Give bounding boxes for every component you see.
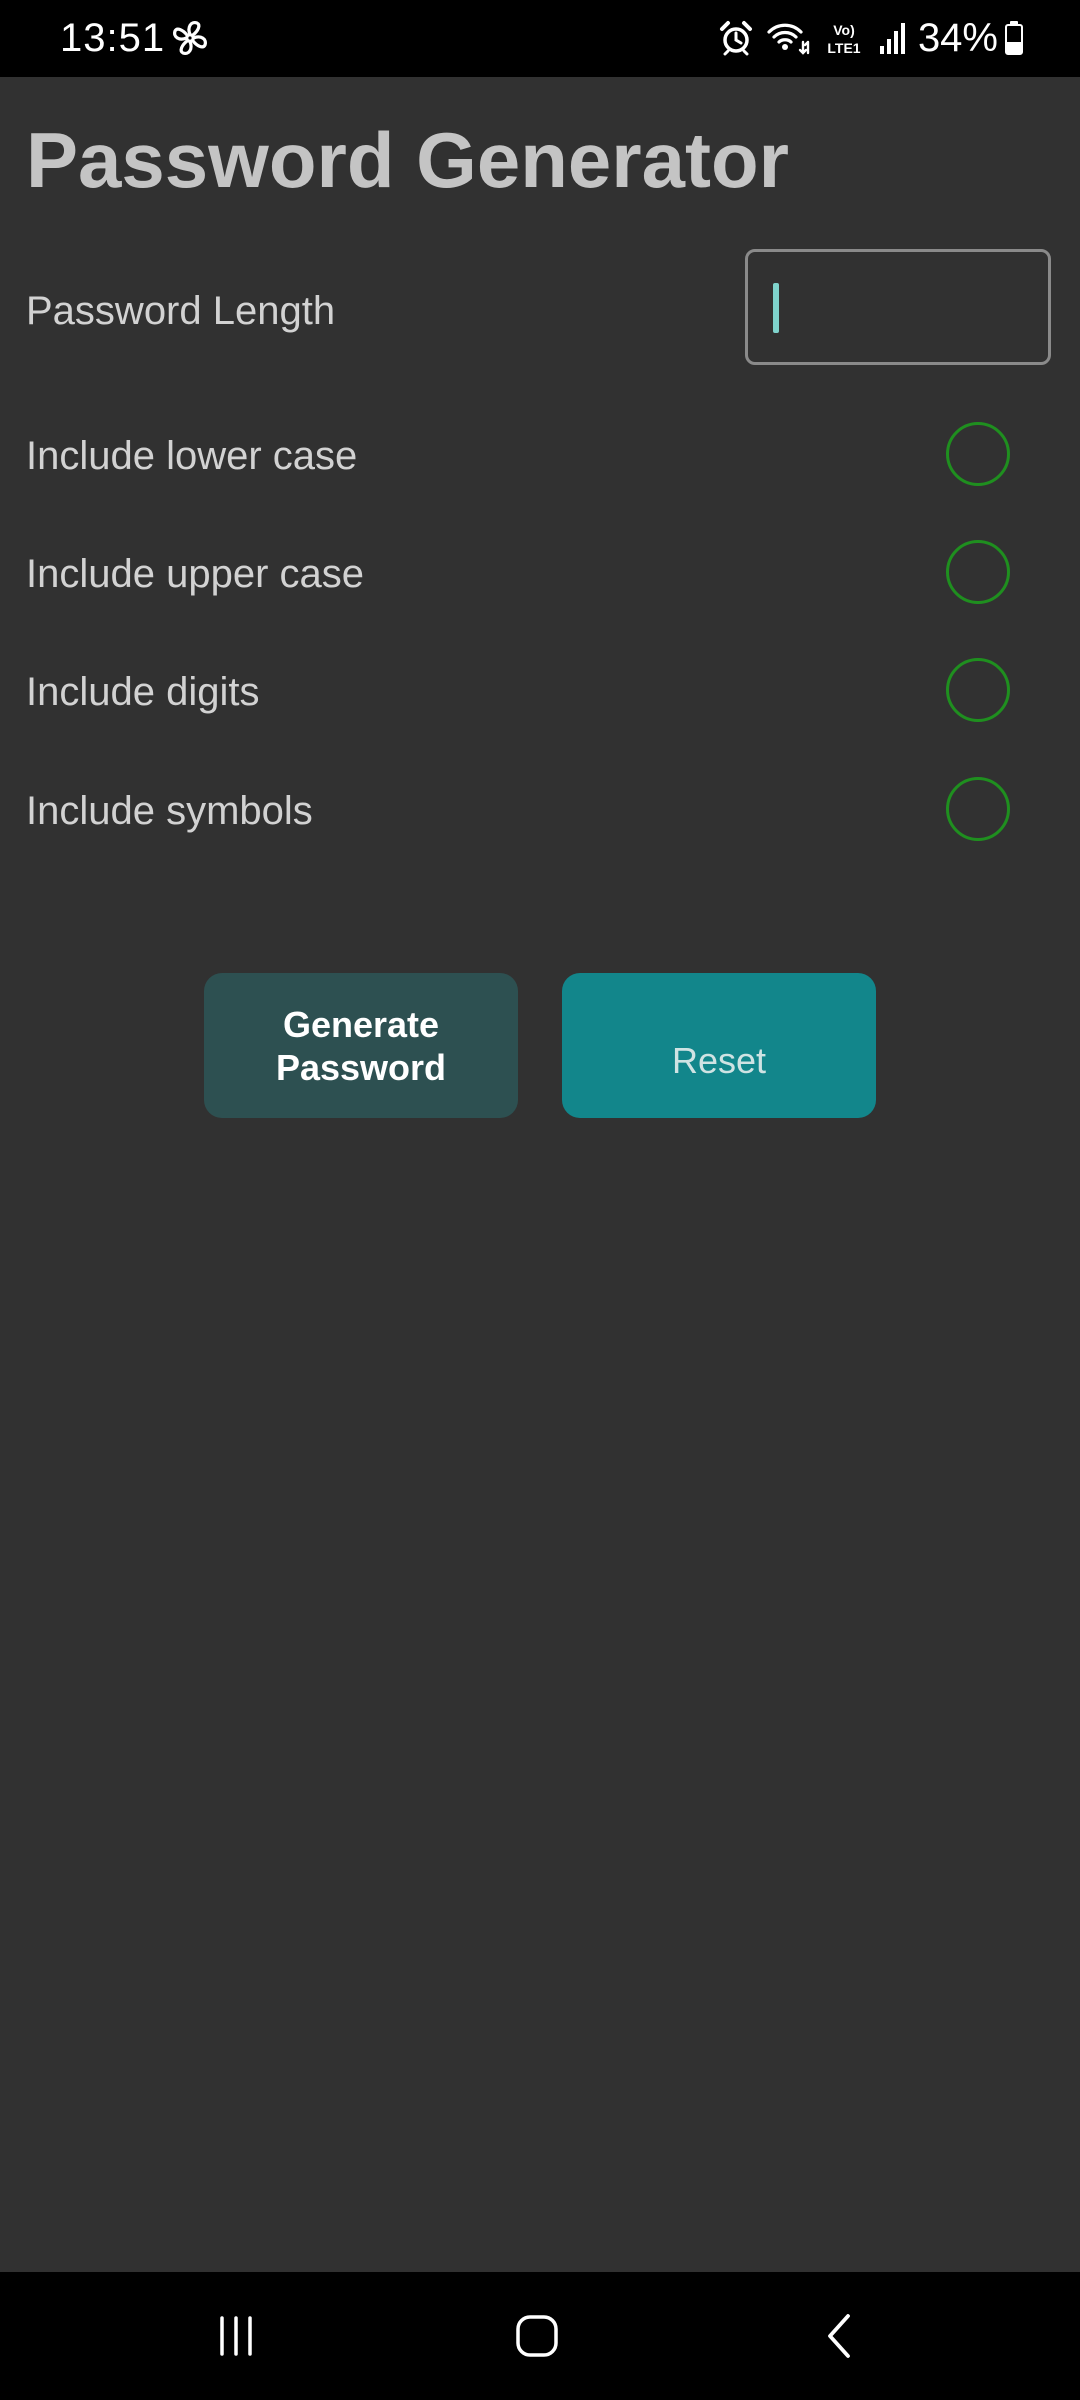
password-length-label: Password Length (26, 289, 336, 333)
radio-lower-case[interactable] (946, 422, 1010, 486)
option-label-digits: Include digits (26, 670, 260, 714)
status-bar: 13:51 Vo) LTE1 34% (0, 0, 1080, 77)
battery-percent: 34% (917, 16, 998, 60)
reset-button[interactable]: Reset (562, 973, 876, 1118)
page-title: Password Generator (26, 116, 789, 204)
fan-icon (170, 18, 210, 58)
wifi-icon (766, 20, 810, 56)
radio-digits[interactable] (946, 658, 1010, 722)
alarm-icon (718, 20, 754, 56)
generate-password-button[interactable]: Generate Password (204, 973, 518, 1118)
volte-icon: Vo) LTE1 (822, 20, 866, 56)
back-icon[interactable] (800, 2296, 880, 2376)
option-label-lower-case: Include lower case (26, 434, 358, 478)
recent-apps-icon[interactable] (196, 2296, 276, 2376)
password-length-input[interactable] (745, 249, 1051, 365)
navigation-bar (0, 2272, 1080, 2400)
status-icons: Vo) LTE1 34% (718, 14, 1024, 62)
radio-upper-case[interactable] (946, 540, 1010, 604)
battery-icon (1004, 20, 1024, 56)
app-screen: 13:51 Vo) LTE1 34% Password Generator Pa… (0, 0, 1080, 2400)
text-cursor (773, 283, 779, 333)
option-label-upper-case: Include upper case (26, 552, 365, 596)
home-icon[interactable] (497, 2296, 577, 2376)
signal-icon (878, 20, 908, 56)
status-time: 13:51 (60, 16, 166, 60)
svg-text:Vo): Vo) (833, 22, 855, 38)
radio-symbols[interactable] (946, 777, 1010, 841)
option-label-symbols: Include symbols (26, 789, 313, 833)
svg-text:LTE1: LTE1 (827, 40, 860, 56)
